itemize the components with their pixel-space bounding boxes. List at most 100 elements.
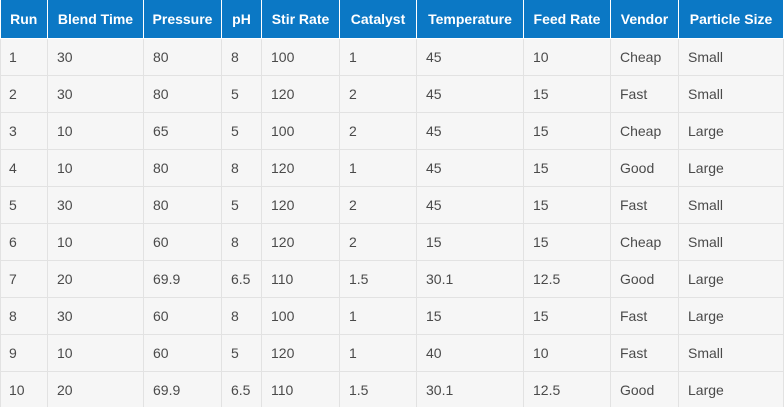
column-header-particle-size[interactable]: Particle Size [678,0,784,39]
table-row: 7 20 69.9 6.5 110 1.5 30.1 12.5 Good Large [0,260,784,298]
cell-blend-time: 20 [47,371,144,407]
cell-ph: 5 [221,75,262,113]
cell-feed-rate: 12.5 [523,260,611,298]
cell-vendor: Good [610,260,679,298]
cell-pressure: 80 [143,38,222,76]
cell-run: 1 [0,38,48,76]
column-header-pressure[interactable]: Pressure [143,0,222,39]
cell-feed-rate: 12.5 [523,371,611,407]
column-header-blend-time[interactable]: Blend Time [47,0,144,39]
cell-pressure: 80 [143,149,222,187]
cell-blend-time: 10 [47,223,144,261]
cell-stir-rate: 120 [261,149,340,187]
cell-catalyst: 1 [339,149,417,187]
cell-stir-rate: 100 [261,112,340,150]
cell-particle-size: Small [678,223,784,261]
cell-catalyst: 1 [339,38,417,76]
table-row: 9 10 60 5 120 1 40 10 Fast Small [0,334,784,372]
cell-run: 9 [0,334,48,372]
cell-pressure: 80 [143,75,222,113]
cell-run: 6 [0,223,48,261]
column-header-ph[interactable]: pH [221,0,262,39]
cell-ph: 8 [221,149,262,187]
cell-temperature: 45 [416,112,524,150]
cell-temperature: 45 [416,149,524,187]
data-table: Run Blend Time Pressure pH Stir Rate Cat… [0,0,784,407]
table-row: 2 30 80 5 120 2 45 15 Fast Small [0,75,784,113]
cell-vendor: Fast [610,186,679,224]
cell-ph: 6.5 [221,371,262,407]
table-body: 1 30 80 8 100 1 45 10 Cheap Small 2 30 80 5 120 2 45 15 Fa… [0,38,784,407]
cell-blend-time: 10 [47,334,144,372]
cell-stir-rate: 110 [261,371,340,407]
table-row: 3 10 65 5 100 2 45 15 Cheap Large [0,112,784,150]
cell-temperature: 15 [416,297,524,335]
column-header-stir-rate[interactable]: Stir Rate [261,0,340,39]
table-row: 1 30 80 8 100 1 45 10 Cheap Small [0,38,784,76]
cell-feed-rate: 15 [523,186,611,224]
cell-ph: 8 [221,223,262,261]
cell-pressure: 69.9 [143,371,222,407]
cell-ph: 8 [221,38,262,76]
cell-particle-size: Small [678,75,784,113]
header-row: Run Blend Time Pressure pH Stir Rate Cat… [0,0,784,39]
cell-particle-size: Large [678,112,784,150]
table-row: 6 10 60 8 120 2 15 15 Cheap Small [0,223,784,261]
cell-blend-time: 10 [47,149,144,187]
cell-blend-time: 30 [47,297,144,335]
cell-run: 4 [0,149,48,187]
cell-blend-time: 30 [47,38,144,76]
cell-stir-rate: 100 [261,38,340,76]
table-row: 8 30 60 8 100 1 15 15 Fast Large [0,297,784,335]
cell-vendor: Cheap [610,38,679,76]
cell-temperature: 45 [416,38,524,76]
cell-run: 3 [0,112,48,150]
column-header-temperature[interactable]: Temperature [416,0,524,39]
cell-catalyst: 1.5 [339,371,417,407]
cell-pressure: 60 [143,297,222,335]
table-row: 4 10 80 8 120 1 45 15 Good Large [0,149,784,187]
cell-temperature: 40 [416,334,524,372]
cell-stir-rate: 120 [261,186,340,224]
cell-blend-time: 30 [47,186,144,224]
cell-feed-rate: 15 [523,75,611,113]
cell-particle-size: Small [678,186,784,224]
cell-run: 5 [0,186,48,224]
cell-catalyst: 1 [339,297,417,335]
cell-pressure: 60 [143,223,222,261]
cell-vendor: Good [610,371,679,407]
cell-feed-rate: 10 [523,334,611,372]
column-header-vendor[interactable]: Vendor [610,0,679,39]
cell-stir-rate: 120 [261,75,340,113]
cell-vendor: Fast [610,334,679,372]
column-header-catalyst[interactable]: Catalyst [339,0,417,39]
cell-pressure: 69.9 [143,260,222,298]
cell-stir-rate: 120 [261,334,340,372]
cell-stir-rate: 110 [261,260,340,298]
cell-feed-rate: 15 [523,297,611,335]
table-row: 5 30 80 5 120 2 45 15 Fast Small [0,186,784,224]
cell-catalyst: 1 [339,334,417,372]
cell-run: 10 [0,371,48,407]
table-row: 10 20 69.9 6.5 110 1.5 30.1 12.5 Good Large [0,371,784,407]
cell-particle-size: Large [678,371,784,407]
cell-blend-time: 10 [47,112,144,150]
cell-ph: 6.5 [221,260,262,298]
cell-feed-rate: 15 [523,149,611,187]
cell-vendor: Fast [610,297,679,335]
cell-particle-size: Small [678,334,784,372]
cell-ph: 8 [221,297,262,335]
cell-blend-time: 30 [47,75,144,113]
cell-blend-time: 20 [47,260,144,298]
cell-catalyst: 2 [339,75,417,113]
column-header-feed-rate[interactable]: Feed Rate [523,0,611,39]
column-header-run[interactable]: Run [0,0,48,39]
cell-catalyst: 2 [339,223,417,261]
cell-temperature: 45 [416,186,524,224]
cell-feed-rate: 15 [523,112,611,150]
cell-ph: 5 [221,112,262,150]
cell-vendor: Good [610,149,679,187]
cell-temperature: 15 [416,223,524,261]
cell-ph: 5 [221,186,262,224]
cell-run: 8 [0,297,48,335]
